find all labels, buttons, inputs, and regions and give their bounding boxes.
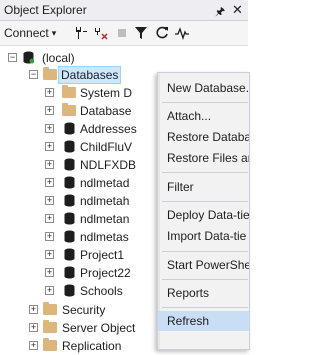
database-icon — [64, 158, 75, 171]
folder-icon — [43, 302, 57, 315]
menu-item-restore-files[interactable]: Restore Files an — [167, 148, 249, 168]
menu-separator — [162, 251, 248, 252]
object-explorer-titlebar: Object Explorer 🖈 ✕ — [0, 0, 248, 21]
panel-title: Object Explorer — [4, 3, 87, 17]
database-icon — [64, 140, 75, 153]
expand-icon[interactable]: + — [45, 214, 54, 223]
expand-icon[interactable]: + — [45, 106, 54, 115]
filter-icon[interactable] — [133, 24, 149, 42]
stop-icon[interactable] — [114, 24, 130, 42]
expand-icon[interactable]: + — [45, 178, 54, 187]
database-icon — [64, 284, 75, 297]
folder-icon — [43, 320, 57, 333]
menu-separator — [162, 201, 248, 202]
tree-item-label: Replication — [62, 339, 122, 353]
database-icon — [64, 176, 75, 189]
expand-icon[interactable]: + — [45, 196, 54, 205]
collapse-icon[interactable]: − — [8, 53, 17, 62]
connect-label: Connect — [4, 26, 49, 40]
expand-icon[interactable]: + — [45, 160, 54, 169]
menu-item-deploy-data-tier[interactable]: Deploy Data-tie — [167, 205, 249, 225]
menu-item-reports[interactable]: Reports — [167, 283, 209, 303]
expand-icon[interactable]: + — [45, 88, 54, 97]
tree-item-label: Server Object — [62, 321, 136, 335]
connect-button[interactable]: Connect ▾ — [4, 24, 56, 42]
expand-icon[interactable]: + — [45, 142, 54, 151]
folder-icon — [43, 67, 57, 80]
expand-icon[interactable]: + — [45, 286, 54, 295]
tree-item-label: ndlmetah — [80, 194, 130, 208]
menu-separator — [162, 102, 248, 103]
tree-item-label: Database — [80, 104, 132, 118]
expand-icon[interactable]: + — [45, 268, 54, 277]
close-icon[interactable]: ✕ — [232, 2, 243, 18]
menu-item-new-database[interactable]: New Database... — [167, 78, 249, 98]
menu-item-start-powershell[interactable]: Start PowerShe — [167, 255, 249, 275]
menu-separator — [162, 172, 248, 173]
tree-node-server[interactable]: − (local) — [0, 49, 248, 67]
chevron-down-icon: ▾ — [51, 27, 57, 38]
database-icon — [64, 248, 75, 261]
expand-icon[interactable]: + — [45, 232, 54, 241]
menu-item-filter[interactable]: Filter — [167, 177, 194, 197]
tree-item-label: ndlmetan — [80, 212, 130, 226]
expand-icon[interactable]: + — [45, 250, 54, 259]
tree-item-label: Schools — [80, 284, 123, 298]
expand-icon[interactable]: + — [45, 124, 54, 133]
menu-separator — [162, 279, 248, 280]
connect-icon[interactable] — [73, 24, 89, 42]
database-icon — [64, 266, 75, 279]
folder-icon — [62, 85, 76, 98]
expand-icon[interactable]: + — [29, 341, 38, 350]
tree-item-label: ndlmetad — [80, 176, 130, 190]
server-icon — [23, 51, 34, 64]
tree-item-label: System D — [80, 86, 133, 100]
menu-separator — [162, 307, 248, 308]
context-menu: New Database... Attach... Restore Databa… — [157, 72, 250, 350]
tree-item-label: Security — [62, 303, 106, 317]
folder-icon — [43, 338, 57, 351]
disconnect-icon[interactable] — [93, 24, 109, 42]
database-icon — [64, 212, 75, 225]
menu-item-restore-database[interactable]: Restore Databas — [167, 127, 249, 147]
collapse-icon[interactable]: − — [29, 70, 38, 79]
tree-item-label: ChildFluV — [80, 140, 133, 154]
server-label: (local) — [42, 51, 75, 65]
object-explorer-toolbar: Connect ▾ — [0, 21, 248, 46]
menu-item-attach[interactable]: Attach... — [167, 106, 211, 126]
tree-item-label: Addresses — [80, 122, 137, 136]
database-icon — [64, 194, 75, 207]
refresh-icon[interactable] — [154, 24, 170, 42]
menu-item-refresh[interactable]: Refresh — [158, 311, 249, 331]
activity-monitor-icon[interactable] — [174, 24, 190, 42]
expand-icon[interactable]: + — [29, 323, 38, 332]
tree-item-label: ndlmetas — [80, 230, 129, 244]
tree-item-label: Project22 — [80, 266, 131, 280]
menu-gutter — [158, 73, 160, 349]
menu-item-import-data-tier[interactable]: Import Data-tie — [167, 226, 246, 246]
pin-icon[interactable]: 🖈 — [215, 3, 225, 22]
tree-item-label: NDLFXDB — [80, 158, 137, 172]
tree-item-label: Project1 — [80, 248, 125, 262]
expand-icon[interactable]: + — [29, 305, 38, 314]
database-icon — [64, 122, 75, 135]
database-icon — [64, 230, 75, 243]
databases-label: Databases — [58, 66, 122, 84]
folder-icon — [62, 103, 76, 116]
